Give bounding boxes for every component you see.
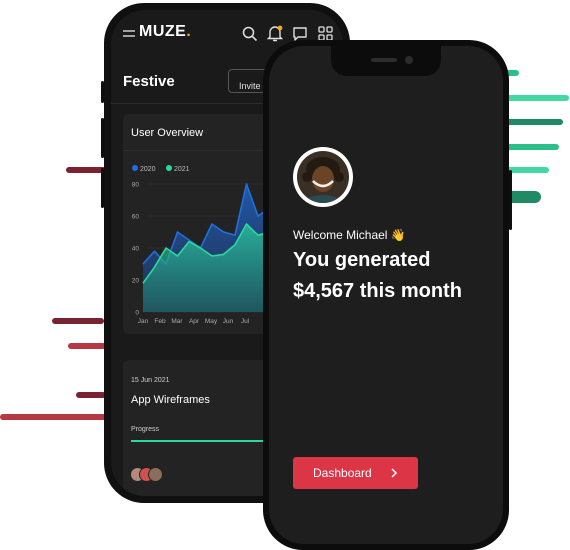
decor-stripe xyxy=(505,119,563,125)
x-tick-label: Jan xyxy=(138,318,149,325)
page-title: Festive xyxy=(123,73,175,90)
profile-avatar[interactable] xyxy=(293,147,353,207)
team-avatars[interactable] xyxy=(130,467,180,483)
grid-icon[interactable] xyxy=(318,26,333,41)
profile-photo xyxy=(297,151,349,203)
y-tick-label: 40 xyxy=(132,246,140,253)
side-button xyxy=(101,168,104,208)
x-tick-label: Feb xyxy=(154,318,166,325)
decor-stripe xyxy=(66,167,106,173)
bell-icon[interactable] xyxy=(267,25,283,42)
front-phone-screen: Welcome Michael 👋 You generated $4,567 t… xyxy=(269,46,503,544)
headline-line-1: You generated xyxy=(293,249,431,271)
phone-notch xyxy=(331,46,441,76)
menu-icon[interactable] xyxy=(123,29,135,39)
y-tick-label: 0 xyxy=(135,310,139,317)
welcome-text: Welcome Michael 👋 xyxy=(293,228,406,242)
decor-stripe xyxy=(76,392,106,398)
x-tick-label: Mar xyxy=(171,318,183,325)
front-phone: Welcome Michael 👋 You generated $4,567 t… xyxy=(263,40,512,550)
brand-logo[interactable]: MUZE. xyxy=(139,23,191,41)
invite-button-label: Invite xyxy=(239,81,261,91)
side-button xyxy=(101,118,104,158)
progress-fill xyxy=(131,440,265,442)
avatar xyxy=(148,467,163,482)
decor-stripe xyxy=(52,318,104,324)
y-tick-label: 80 xyxy=(132,182,140,189)
decor-stripe xyxy=(505,95,569,101)
x-tick-label: Jun xyxy=(223,318,234,325)
side-button xyxy=(101,81,104,103)
legend-marker xyxy=(132,165,138,171)
brand-dot: . xyxy=(186,23,192,40)
search-icon[interactable] xyxy=(242,26,258,42)
x-tick-label: Apr xyxy=(189,318,200,325)
project-date: 15 Jun 2021 xyxy=(131,377,170,384)
legend-marker xyxy=(166,165,172,171)
side-button xyxy=(509,170,512,230)
card-title: User Overview xyxy=(131,127,204,139)
decor-stripe xyxy=(68,343,106,349)
headline-line-2: $4,567 this month xyxy=(293,280,462,302)
brand-name: MUZE xyxy=(139,23,187,40)
x-tick-label: Jul xyxy=(241,318,250,325)
front-camera xyxy=(405,56,413,64)
progress-label: Progress xyxy=(131,426,160,433)
wave-emoji: 👋 xyxy=(390,228,406,242)
decor-stripe xyxy=(0,414,106,420)
welcome-message: Welcome Michael xyxy=(293,228,388,242)
y-tick-label: 20 xyxy=(132,278,140,285)
x-tick-label: May xyxy=(205,318,218,325)
dashboard-button[interactable]: Dashboard xyxy=(293,457,418,489)
decor-stripe xyxy=(505,144,559,150)
speaker-grille xyxy=(371,58,397,62)
legend-label: 2020 xyxy=(140,166,156,173)
project-title[interactable]: App Wireframes xyxy=(131,394,210,406)
chevron-right-icon xyxy=(391,468,398,478)
y-tick-label: 60 xyxy=(132,214,140,221)
dashboard-button-label: Dashboard xyxy=(313,466,372,480)
legend-label: 2021 xyxy=(174,166,190,173)
